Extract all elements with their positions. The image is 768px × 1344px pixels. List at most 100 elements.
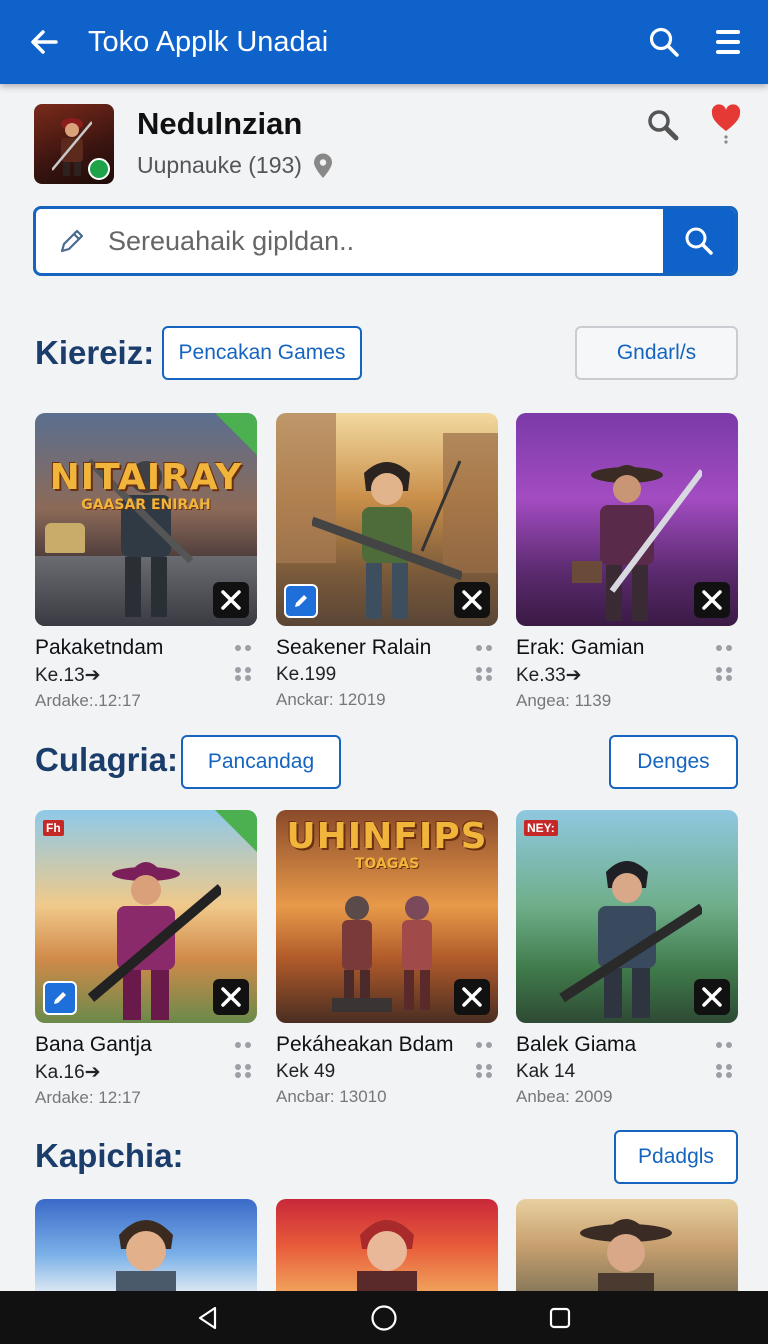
app-thumbnail: NITAIRAY GAASAR ENIRAH bbox=[35, 413, 257, 626]
app-price: Ke.33➔ bbox=[516, 665, 582, 686]
crossed-swords-icon bbox=[454, 582, 490, 618]
app-meta: Ardake: 12:17 bbox=[35, 1088, 141, 1107]
profile-subtitle-row: Uupnauke (193) bbox=[137, 152, 334, 179]
app-card[interactable]: Seakener Ralain Ke.199 Anckar: 12019 bbox=[276, 413, 498, 710]
profile-search-button[interactable] bbox=[646, 108, 680, 142]
game-logo-text: UHINFIPS bbox=[286, 816, 488, 857]
favorite-button[interactable] bbox=[710, 104, 742, 144]
character-figure bbox=[580, 1219, 672, 1291]
app-thumbnail: NEY: bbox=[516, 810, 738, 1023]
search-icon bbox=[685, 227, 713, 255]
character-figure bbox=[559, 861, 702, 1018]
game-logo-subtitle: GAASAR ENIRAH bbox=[81, 497, 211, 513]
app-price: Ke.13➔ bbox=[35, 665, 101, 686]
app-thumbnail[interactable] bbox=[276, 1199, 498, 1291]
app-thumbnail bbox=[516, 413, 738, 626]
app-thumbnail: UHINFIPS TOAGAS bbox=[276, 810, 498, 1023]
app-price: Kak 14 bbox=[516, 1061, 576, 1082]
profile-header: Nedulnzian Uupnauke (193) bbox=[34, 104, 741, 186]
character-figure bbox=[87, 862, 221, 1020]
crossed-swords-icon bbox=[454, 979, 490, 1015]
app-meta: Ardake:.12:17 bbox=[35, 691, 141, 710]
more-options-icon[interactable] bbox=[716, 1040, 734, 1080]
nav-back-icon bbox=[198, 1306, 217, 1329]
section-filter-button[interactable]: Pancandag bbox=[181, 735, 341, 789]
profile-subtitle: Uupnauke (193) bbox=[137, 152, 302, 178]
character-figure bbox=[357, 1220, 417, 1291]
app-title: Seakener Ralain bbox=[276, 636, 432, 659]
app-title: Pekáheakan Bdam bbox=[276, 1033, 454, 1056]
nav-home-button[interactable] bbox=[364, 1298, 404, 1338]
nav-home-icon bbox=[371, 1304, 397, 1331]
character-figure bbox=[116, 1220, 176, 1291]
appbar-search-button[interactable] bbox=[632, 0, 696, 84]
crossed-swords-icon bbox=[694, 979, 730, 1015]
nav-recents-icon bbox=[549, 1307, 571, 1328]
more-options-icon[interactable] bbox=[476, 643, 494, 683]
avatar[interactable] bbox=[34, 104, 114, 184]
app-price: Ka.16➔ bbox=[35, 1062, 101, 1083]
section-title: Culagria: bbox=[35, 741, 179, 778]
app-card[interactable]: UHINFIPS TOAGAS Pekáheakan Bdam Kek 49 A… bbox=[276, 810, 498, 1107]
app-thumbnail[interactable] bbox=[516, 1199, 738, 1291]
more-options-icon[interactable] bbox=[476, 1040, 494, 1080]
section-more-button[interactable]: Denges bbox=[609, 735, 738, 789]
app-card[interactable]: Fh Bana Gantja Ka.16➔ Ardake: 12:17 bbox=[35, 810, 257, 1108]
crossed-swords-icon bbox=[213, 582, 249, 618]
app-title: Erak: Gamian bbox=[516, 636, 645, 659]
more-options-icon[interactable] bbox=[235, 1040, 253, 1080]
verified-badge-icon bbox=[88, 158, 110, 180]
app-meta: Anckar: 12019 bbox=[276, 690, 386, 709]
location-pin-icon bbox=[313, 153, 332, 178]
menu-icon bbox=[716, 30, 740, 54]
more-options-icon[interactable] bbox=[235, 643, 253, 683]
section-filter-button[interactable]: Pencakan Games bbox=[162, 326, 362, 380]
section-more-button[interactable]: Pdadgls bbox=[614, 1130, 738, 1184]
app-card[interactable]: NEY: Balek Giama Kak 14 Anbea: 2009 bbox=[516, 810, 738, 1107]
app-title: Pakaketndam bbox=[35, 636, 164, 659]
section-title: Kapichia: bbox=[35, 1137, 184, 1174]
nav-recents-button[interactable] bbox=[540, 1298, 580, 1338]
heart-icon bbox=[711, 104, 741, 144]
app-bar: Toko Applk Unadai bbox=[0, 0, 768, 84]
app-meta: Ancbar: 13010 bbox=[276, 1087, 387, 1106]
promo-tag: Fh bbox=[43, 820, 64, 836]
search-submit-button[interactable] bbox=[663, 209, 735, 273]
edit-button[interactable] bbox=[36, 209, 108, 273]
menu-button[interactable] bbox=[696, 0, 760, 84]
corner-ribbon bbox=[215, 413, 257, 455]
search-bar bbox=[33, 206, 738, 276]
corner-ribbon bbox=[215, 810, 257, 852]
search-input[interactable] bbox=[108, 209, 663, 273]
game-logo-subtitle: TOAGAS bbox=[354, 856, 420, 872]
app-card[interactable]: NITAIRAY GAASAR ENIRAH Pakaketndam Ke.13… bbox=[35, 413, 257, 711]
nav-back-button[interactable] bbox=[188, 1298, 228, 1338]
app-title: Balek Giama bbox=[516, 1033, 637, 1056]
app-meta: Anbea: 2009 bbox=[516, 1087, 613, 1106]
back-button[interactable] bbox=[0, 0, 88, 84]
promo-tag: NEY: bbox=[524, 820, 558, 836]
character-figure bbox=[332, 896, 432, 1012]
pencil-icon bbox=[60, 229, 84, 253]
app-thumbnail[interactable] bbox=[35, 1199, 257, 1291]
section-more-button[interactable]: Gndarl/s bbox=[575, 326, 738, 380]
app-title: Bana Gantja bbox=[35, 1033, 152, 1056]
character-figure bbox=[312, 460, 462, 619]
arrow-left-icon bbox=[31, 30, 58, 54]
search-icon bbox=[648, 110, 679, 141]
app-meta: Angea: 1139 bbox=[516, 691, 612, 710]
character-figure bbox=[52, 118, 92, 176]
profile-name: Nedulnzian bbox=[137, 106, 303, 141]
crossed-swords-icon bbox=[694, 582, 730, 618]
app-card[interactable]: Erak: Gamian Ke.33➔ Angea: 1139 bbox=[516, 413, 738, 711]
app-price: Kek 49 bbox=[276, 1061, 336, 1082]
more-options-icon[interactable] bbox=[716, 643, 734, 683]
crossed-swords-icon bbox=[213, 979, 249, 1015]
app-title: Toko Applk Unadai bbox=[88, 25, 329, 58]
system-nav-bar bbox=[0, 1291, 768, 1344]
edit-badge-icon bbox=[284, 584, 318, 618]
app-thumbnail: Fh bbox=[35, 810, 257, 1023]
game-logo-text: NITAIRAY bbox=[49, 457, 243, 498]
search-icon bbox=[649, 27, 679, 57]
edit-badge-icon bbox=[43, 981, 77, 1015]
